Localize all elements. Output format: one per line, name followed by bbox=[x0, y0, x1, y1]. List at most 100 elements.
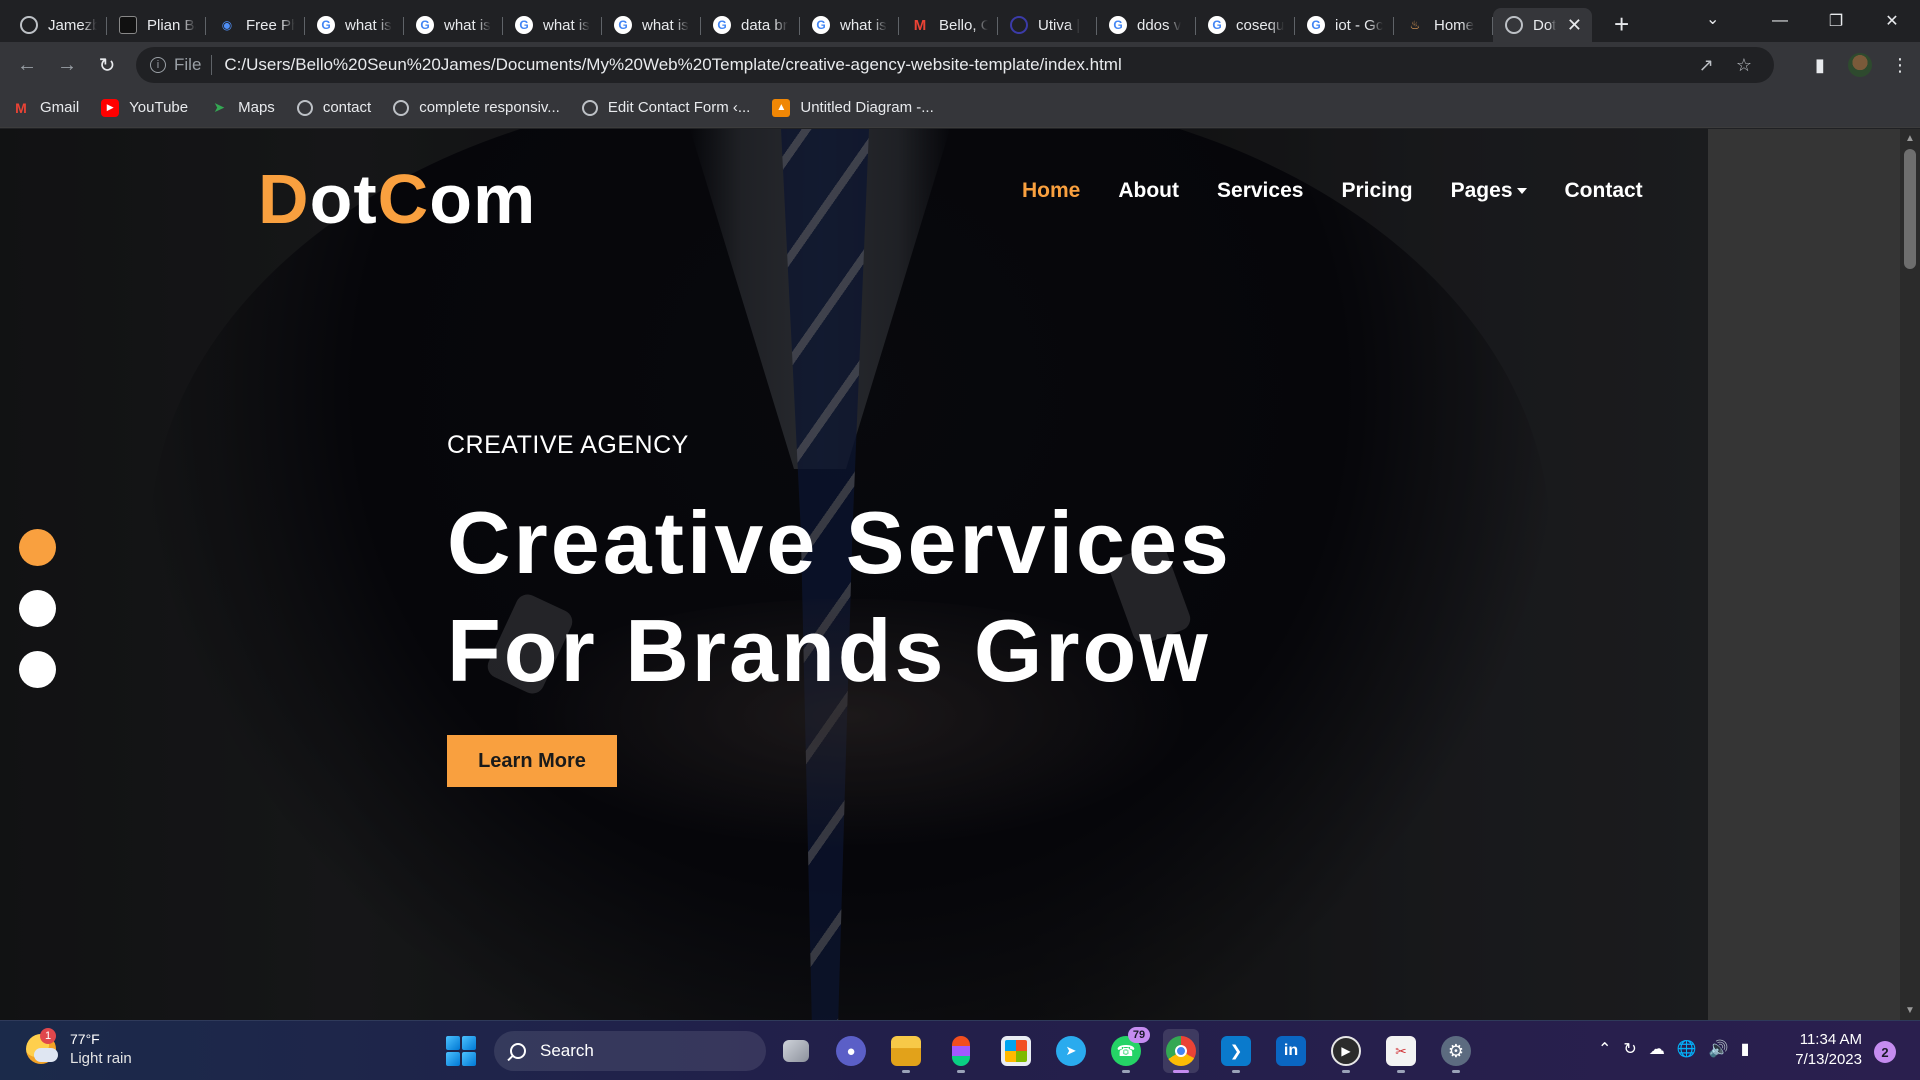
close-window-icon[interactable]: ✕ bbox=[1864, 11, 1920, 31]
page-right-gutter bbox=[1708, 129, 1900, 1020]
bookmark-contact[interactable]: contact bbox=[296, 99, 371, 116]
task-view-button[interactable] bbox=[778, 1029, 814, 1073]
side-panel-icon[interactable]: ▮ bbox=[1800, 55, 1840, 76]
sync-icon[interactable]: ↻ bbox=[1623, 1039, 1636, 1059]
nav-home[interactable]: Home bbox=[1022, 179, 1080, 203]
figma-icon bbox=[952, 1036, 970, 1066]
scroll-down-icon[interactable]: ▼ bbox=[1900, 1005, 1920, 1016]
snipping-tool-button[interactable]: ✂ bbox=[1383, 1029, 1419, 1073]
bookmark-complete-responsive[interactable]: complete responsiv... bbox=[393, 99, 560, 116]
new-tab-button[interactable]: + bbox=[1614, 9, 1629, 40]
site-logo[interactable]: DotCom bbox=[258, 159, 536, 239]
browser-tab[interactable]: Gdata br bbox=[701, 8, 800, 42]
scrollbar-thumb[interactable] bbox=[1904, 149, 1916, 269]
page-scrollbar[interactable]: ▲ ▼ bbox=[1900, 129, 1920, 1020]
nav-pages-dropdown[interactable]: Pages bbox=[1451, 179, 1527, 203]
browser-tab[interactable]: Plian Ba bbox=[107, 8, 206, 42]
bookmark-youtube[interactable]: ▶ YouTube bbox=[101, 98, 188, 117]
hero-eyebrow: CREATIVE AGENCY bbox=[447, 431, 689, 459]
address-bar[interactable]: i File C:/Users/Bello%20Seun%20James/Doc… bbox=[136, 47, 1774, 83]
onedrive-icon[interactable]: ☁ bbox=[1649, 1039, 1665, 1059]
browser-tab[interactable]: Gwhat is bbox=[602, 8, 701, 42]
close-tab-icon[interactable]: ✕ bbox=[1563, 15, 1582, 36]
nav-services[interactable]: Services bbox=[1217, 179, 1303, 203]
notification-badge[interactable]: 2 bbox=[1874, 1041, 1896, 1063]
browser-tab-active[interactable]: Dot ✕ bbox=[1493, 8, 1592, 42]
browser-tab[interactable]: Gcosequ bbox=[1196, 8, 1295, 42]
volume-icon[interactable]: 🔊 bbox=[1709, 1039, 1729, 1059]
system-tray: ⌃ ↻ ☁ 🌐 🔊 ▮ bbox=[1598, 1039, 1749, 1059]
browser-tab[interactable]: Jamezb bbox=[8, 8, 107, 42]
browser-tab[interactable]: Giot - Gc bbox=[1295, 8, 1394, 42]
start-button[interactable] bbox=[446, 1036, 476, 1066]
menu-kebab-icon[interactable]: ⋮ bbox=[1880, 55, 1920, 76]
vscode-button[interactable]: ❯ bbox=[1218, 1029, 1254, 1073]
reload-icon[interactable]: ↻ bbox=[87, 45, 127, 85]
media-player-button[interactable]: ▶ bbox=[1328, 1029, 1364, 1073]
tab-title: Plian Ba bbox=[147, 16, 196, 34]
weather-badge: 1 bbox=[40, 1028, 56, 1044]
tab-title: Home bbox=[1434, 16, 1475, 34]
share-icon[interactable]: ↗ bbox=[1699, 55, 1714, 76]
browser-tab[interactable]: M Bello, C bbox=[899, 8, 998, 42]
bookmark-edit-contact-form[interactable]: Edit Contact Form ‹... bbox=[581, 99, 750, 116]
battery-icon[interactable]: ▮ bbox=[1741, 1039, 1750, 1059]
back-icon[interactable]: ← bbox=[7, 45, 47, 85]
gmail-icon: M bbox=[913, 16, 927, 34]
teams-icon: ● bbox=[836, 1036, 866, 1066]
tab-title: what is bbox=[543, 16, 590, 34]
whatsapp-button[interactable]: ☎ 79 bbox=[1108, 1027, 1150, 1073]
nav-about[interactable]: About bbox=[1118, 179, 1179, 203]
carousel-dot-3[interactable] bbox=[19, 651, 56, 688]
bookmark-gmail[interactable]: M Gmail bbox=[12, 99, 79, 117]
browser-tab[interactable]: ◉ Free Ph bbox=[206, 8, 305, 42]
google-icon: G bbox=[614, 16, 632, 34]
tab-title: what is bbox=[642, 16, 689, 34]
tab-title: what is bbox=[840, 16, 887, 34]
tab-search-icon[interactable]: ⌄ bbox=[1706, 9, 1719, 29]
bookmark-maps[interactable]: ➤ Maps bbox=[210, 99, 275, 117]
clock-time: 11:34 AM bbox=[1799, 1031, 1862, 1048]
store-icon bbox=[1001, 1036, 1031, 1066]
tab-title: data br bbox=[741, 16, 788, 34]
browser-tab[interactable]: ♨ Home bbox=[1394, 8, 1493, 42]
browser-tab[interactable]: Gwhat is bbox=[404, 8, 503, 42]
globe-icon bbox=[393, 99, 410, 116]
url-text[interactable]: C:/Users/Bello%20Seun%20James/Documents/… bbox=[224, 55, 1121, 75]
minimize-icon[interactable]: — bbox=[1752, 12, 1808, 30]
file-explorer-button[interactable] bbox=[888, 1029, 924, 1073]
system-clock[interactable]: 11:34 AM 7/13/2023 bbox=[1780, 1030, 1862, 1070]
profile-avatar[interactable] bbox=[1848, 53, 1872, 77]
language-icon[interactable]: 🌐 bbox=[1677, 1039, 1697, 1059]
microsoft-store-button[interactable] bbox=[998, 1029, 1034, 1073]
nav-contact[interactable]: Contact bbox=[1565, 179, 1643, 203]
learn-more-button[interactable]: Learn More bbox=[447, 735, 617, 787]
linkedin-button[interactable]: in bbox=[1273, 1029, 1309, 1073]
page-viewport: DotCom Home About Services Pricing Pages… bbox=[0, 129, 1920, 1020]
carousel-dot-2[interactable] bbox=[19, 590, 56, 627]
browser-tab[interactable]: Gwhat is bbox=[305, 8, 404, 42]
browser-tab[interactable]: Gwhat is bbox=[800, 8, 899, 42]
bookmark-star-icon[interactable]: ☆ bbox=[1736, 55, 1752, 76]
logo-text-1: ot bbox=[309, 160, 378, 238]
browser-tab[interactable]: Utiva | bbox=[998, 8, 1097, 42]
settings-button[interactable]: ⚙ bbox=[1438, 1029, 1474, 1073]
nav-pricing[interactable]: Pricing bbox=[1341, 179, 1412, 203]
taskbar-search[interactable]: Search bbox=[494, 1031, 766, 1071]
weather-widget[interactable]: 1 77°F Light rain bbox=[26, 1028, 132, 1067]
browser-tab[interactable]: Gddos v bbox=[1097, 8, 1196, 42]
figma-button[interactable] bbox=[943, 1029, 979, 1073]
telegram-button[interactable]: ➤ bbox=[1053, 1029, 1089, 1073]
restore-icon[interactable]: ❐ bbox=[1808, 11, 1864, 31]
chrome-button[interactable] bbox=[1163, 1029, 1199, 1073]
bookmark-untitled-diagram[interactable]: ▲ Untitled Diagram -... bbox=[772, 98, 934, 117]
clock-date: 7/13/2023 bbox=[1795, 1051, 1862, 1068]
site-info-icon[interactable]: i bbox=[150, 57, 166, 73]
chevron-up-icon[interactable]: ⌃ bbox=[1598, 1039, 1611, 1059]
bookmark-label: Maps bbox=[238, 99, 275, 116]
scroll-up-icon[interactable]: ▲ bbox=[1900, 133, 1920, 144]
forward-icon[interactable]: → bbox=[47, 45, 87, 85]
browser-tab[interactable]: Gwhat is bbox=[503, 8, 602, 42]
teams-button[interactable]: ● bbox=[833, 1029, 869, 1073]
carousel-dot-1[interactable] bbox=[19, 529, 56, 566]
